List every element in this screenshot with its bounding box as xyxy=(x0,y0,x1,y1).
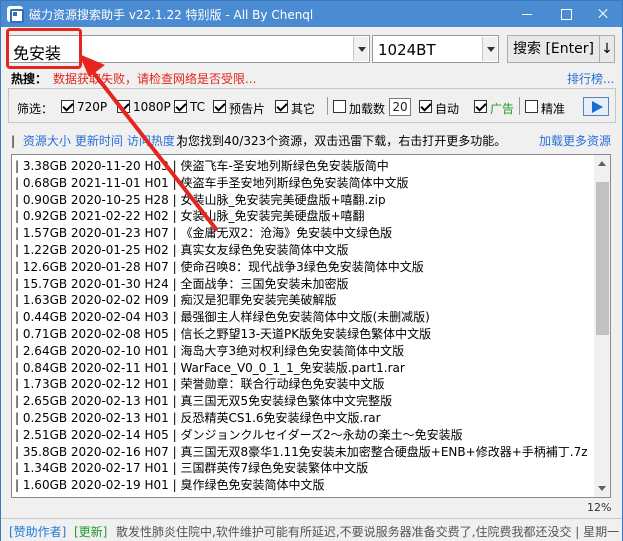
filter-trailer-checkbox[interactable] xyxy=(213,100,226,113)
search-options-button[interactable]: ↓ xyxy=(599,35,615,63)
result-row[interactable]: | 15.7GB 2020-01-30 H24 | 全面战争：三国免安装未加密版 xyxy=(15,275,348,293)
result-row[interactable]: | 0.44GB 2020-02-04 H03 | 最强御主人样绿色免安装简体中… xyxy=(15,308,430,326)
site-select-value: 1024BT xyxy=(378,41,436,59)
filter-divider xyxy=(519,97,520,115)
title-bar[interactable]: 磁力资源搜索助手 v22.1.22 特别版 - All By Chenql xyxy=(1,1,622,27)
auto-checkbox[interactable] xyxy=(419,100,432,113)
filter-1080p-checkbox[interactable] xyxy=(117,100,130,113)
sort-by-time-link[interactable]: 更新时间 xyxy=(75,134,123,148)
filter-tc-checkbox[interactable] xyxy=(174,100,187,113)
result-row[interactable]: | 0.84GB 2020-02-11 H01 | WarFace_V0_0_1… xyxy=(15,359,405,377)
minimize-icon[interactable] xyxy=(507,1,547,27)
load-more-link[interactable]: 加载更多资源 xyxy=(539,132,611,149)
sort-links: | 资源大小 更新时间 访问热度 | xyxy=(11,134,183,148)
result-row[interactable]: | 0.68GB 2021-11-01 H01 | 侠盗车手圣安地列斯绿色免安装… xyxy=(15,174,408,192)
status-notice: 散发性肺炎住院中,软件维护可能有所延迟,不要说服务器准备交费了,住院费我都还没交… xyxy=(116,525,620,539)
result-row[interactable]: | 0.25GB 2020-02-13 H01 | 反恐精英CS1.6免安装绿色… xyxy=(15,409,381,427)
filter-1080p-label: 1080P xyxy=(133,100,171,114)
result-row[interactable]: | 1.57GB 2020-01-23 H07 | 《金庸无双2：沧海》免安装中… xyxy=(15,224,392,242)
ad-checkbox[interactable] xyxy=(474,100,487,113)
result-row[interactable]: | 0.90GB 2020-10-25 H28 | 女装山脉_免安装完美硬盘版+… xyxy=(15,191,386,209)
keyword-highlight-box xyxy=(6,28,82,69)
result-row[interactable]: | 1.73GB 2020-02-12 H01 | 荣誉勋章：联合行动绿色免安装… xyxy=(15,375,384,393)
filter-720p-label: 720P xyxy=(77,100,108,114)
filter-720p-checkbox[interactable] xyxy=(61,100,74,113)
add-count-input[interactable]: 20 xyxy=(389,98,411,116)
result-row[interactable]: | 2.51GB 2020-02-14 H05 | ダンジョンクルセイダーズ2～… xyxy=(15,426,463,444)
scroll-thumb[interactable] xyxy=(596,182,609,335)
window-title: 磁力资源搜索助手 v22.1.22 特别版 - All By Chenql xyxy=(29,8,314,22)
result-row[interactable]: | 1.60GB 2020-02-19 H01 | 臭作绿色免安装简体中文版 xyxy=(15,476,324,494)
filter-divider xyxy=(327,97,328,115)
scroll-percent: 12% xyxy=(587,501,612,514)
search-button[interactable]: 搜索 [Enter] xyxy=(507,35,600,63)
result-row[interactable]: | 3.38GB 2020-11-20 H03 | 侠盗飞车-圣安地列斯绿色免安… xyxy=(15,157,389,175)
scroll-up-icon[interactable] xyxy=(594,155,610,172)
precise-label: 精准 xyxy=(541,102,566,116)
result-row[interactable]: | 1.22GB 2020-01-25 H02 | 真实女友绿色免安装简体中文版 xyxy=(15,241,348,259)
sort-by-size-link[interactable]: 资源大小 xyxy=(23,134,71,148)
auto-label: 自动 xyxy=(435,102,460,116)
result-row[interactable]: | 1.63GB 2020-02-02 H09 | 痴汉是犯罪免安装完美破解版 xyxy=(15,291,336,309)
site-dropdown-icon[interactable] xyxy=(482,37,497,61)
result-row[interactable]: | 35.8GB 2020-02-16 H07 | 真三国无双8豪华1.11免安… xyxy=(15,443,588,461)
results-list[interactable]: | 3.38GB 2020-11-20 H03 | 侠盗飞车-圣安地列斯绿色免安… xyxy=(11,154,611,498)
result-row[interactable]: | 12.6GB 2020-01-28 H07 | 使命召唤8：现代战争3绿色免… xyxy=(15,258,424,276)
site-select[interactable]: 1024BT xyxy=(372,35,499,63)
result-row[interactable]: | 0.71GB 2020-02-08 H05 | 信长之野望13-天道PK版免… xyxy=(15,325,431,343)
precise-checkbox[interactable] xyxy=(525,100,538,113)
filter-trailer-label: 预告片 xyxy=(229,102,266,116)
ad-label: 广告 xyxy=(490,102,515,116)
result-row[interactable]: | 2.64GB 2020-02-10 H01 | 海岛大亨3绝对权利绿色免安装… xyxy=(15,342,404,360)
sort-by-heat-link[interactable]: 访问热度 xyxy=(127,134,175,148)
result-row[interactable]: | 1.34GB 2020-02-17 H01 | 三国群英传7绿色免安装繁体中… xyxy=(15,459,368,477)
result-row[interactable]: | 0.92GB 2021-02-22 H02 | 女装山脉_免安装完美硬盘版+… xyxy=(15,207,365,225)
scroll-down-icon[interactable] xyxy=(594,480,610,497)
maximize-icon[interactable] xyxy=(546,1,586,27)
app-logo-icon xyxy=(7,6,24,23)
ranking-link[interactable]: 排行榜... xyxy=(567,70,614,87)
filter-other-checkbox[interactable] xyxy=(275,100,288,113)
update-link[interactable]: [更新] xyxy=(74,523,107,540)
filter-tc-label: TC xyxy=(190,100,206,114)
play-icon[interactable] xyxy=(583,97,609,116)
status-bar: [赞助作者] [更新] 散发性肺炎住院中,软件维护可能有所延迟,不要说服务器准备… xyxy=(1,518,622,541)
keyword-dropdown-icon[interactable] xyxy=(353,37,368,61)
donate-link[interactable]: [赞助作者] xyxy=(9,523,66,540)
add-count-label: 加载数 xyxy=(349,102,386,116)
hot-search-error: 数据获取失败，请检查网络是否受限... xyxy=(53,72,257,86)
filter-other-label: 其它 xyxy=(291,102,316,116)
result-summary: 为您找到40/323个资源，双击迅雷下载，右击打开更多功能。 xyxy=(176,134,507,148)
filter-label: 筛选： xyxy=(17,102,54,116)
add-count-checkbox[interactable] xyxy=(333,100,346,113)
app-window: 磁力资源搜索助手 v22.1.22 特别版 - All By Chenql 免安… xyxy=(0,0,623,541)
filter-bar: 筛选： 720P 1080P TC 预告片 其它 加载数 20 自动 广告 精准 xyxy=(8,88,616,123)
result-row[interactable]: | 2.65GB 2020-02-13 H01 | 真三国无双5免安装绿色繁体中… xyxy=(15,392,392,410)
close-icon[interactable] xyxy=(583,1,623,27)
hot-search-label: 热搜： xyxy=(11,72,48,86)
results-scrollbar[interactable] xyxy=(594,155,610,497)
